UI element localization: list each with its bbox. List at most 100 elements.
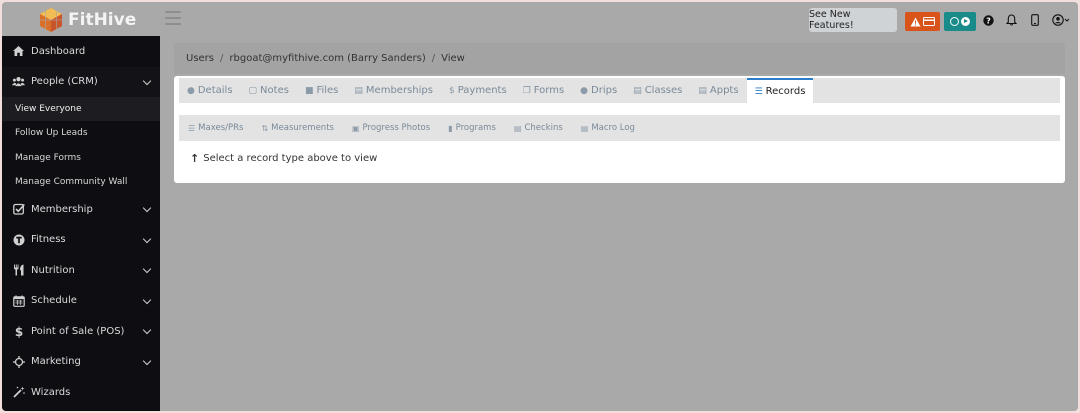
- tab-appts[interactable]: ▤ Appts: [690, 78, 746, 103]
- calendar-icon: [12, 294, 25, 307]
- sidebar-item-label: Dashboard: [31, 45, 86, 57]
- hamburger-menu-icon[interactable]: [165, 11, 181, 25]
- sort-numeric-icon: ⇅: [261, 123, 269, 133]
- calendar-check-icon: ▤: [698, 85, 707, 96]
- brand[interactable]: FitHive: [38, 7, 136, 33]
- sidebar-item-wizards[interactable]: Wizards: [2, 377, 160, 408]
- sidebar-subitem-view-everyone[interactable]: View Everyone: [2, 97, 160, 122]
- user-tabs: ● Details ▢ Notes ■ Files ▤ Memberships $ Pay…: [179, 78, 1060, 103]
- mobile-icon[interactable]: [1029, 14, 1041, 26]
- bell-icon[interactable]: [1005, 14, 1017, 26]
- play-icon: [961, 17, 970, 26]
- see-new-features-button[interactable]: See New Features!: [809, 8, 897, 32]
- credit-card-icon: [923, 17, 935, 26]
- alert-button[interactable]: [905, 12, 940, 31]
- record-tab-checkins[interactable]: ▤ Checkins: [514, 123, 563, 133]
- chevron-down-icon: [142, 76, 152, 85]
- record-tab-measurements[interactable]: ⇅ Measurements: [261, 123, 334, 133]
- sidebar-item-label: Membership: [31, 203, 93, 215]
- sidebar-item-label: People (CRM): [31, 76, 98, 88]
- dollar-icon: $: [12, 325, 25, 338]
- sidebar-item-dashboard[interactable]: Dashboard: [2, 36, 160, 67]
- top-bar: FitHive See New Features! ?: [2, 2, 1078, 36]
- check-square-icon: [12, 203, 25, 216]
- app-window: FitHive See New Features! ? Dashboard Pe…: [2, 2, 1078, 411]
- breadcrumb: Users / rbgoat@myfithive.com (Barry Sand…: [174, 43, 1065, 74]
- fithive-logo-icon: [40, 8, 62, 32]
- tab-files[interactable]: ■ Files: [297, 78, 346, 103]
- breadcrumb-separator: /: [431, 53, 436, 64]
- sidebar-item-label: Point of Sale (POS): [31, 325, 125, 337]
- sidebar-item-point-of-sale[interactable]: $ Point of Sale (POS): [2, 316, 160, 347]
- user-menu-icon[interactable]: [1052, 14, 1070, 26]
- users-icon: [12, 75, 25, 88]
- sidebar-item-label: Nutrition: [31, 264, 75, 276]
- sidebar-item-fitness[interactable]: Fitness: [2, 225, 160, 256]
- droplet-icon: ●: [580, 85, 589, 96]
- sidebar-subitem-manage-forms[interactable]: Manage Forms: [2, 145, 160, 170]
- sidebar-item-marketing[interactable]: Marketing: [2, 347, 160, 378]
- record-tab-programs[interactable]: ▮ Programs: [448, 123, 496, 133]
- tab-drips[interactable]: ● Drips: [572, 78, 625, 103]
- tab-details[interactable]: ● Details: [179, 78, 241, 103]
- book-icon: ▮: [448, 123, 453, 133]
- note-icon: ▢: [248, 85, 258, 96]
- utensils-icon: [12, 264, 25, 277]
- tab-payments[interactable]: $ Payments: [441, 78, 515, 103]
- t-circle-icon: [12, 233, 25, 246]
- wand-icon: [12, 386, 25, 399]
- help-icon[interactable]: ?: [982, 14, 994, 26]
- sidebar-item-membership[interactable]: Membership: [2, 194, 160, 225]
- tab-notes[interactable]: ▢ Notes: [241, 78, 297, 103]
- chevron-down-icon: [142, 356, 152, 365]
- breadcrumb-separator: /: [220, 53, 224, 64]
- tab-classes[interactable]: ▤ Classes: [625, 78, 690, 103]
- sidebar-item-people[interactable]: People (CRM): [2, 66, 160, 97]
- sidebar-item-label: Marketing: [31, 356, 81, 368]
- sidebar-item-label: Schedule: [31, 295, 77, 307]
- record-tab-progress-photos[interactable]: ▣ Progress Photos: [352, 123, 430, 133]
- app-name: FitHive: [68, 10, 137, 30]
- select-record-hint: ↑ Select a record type above to view: [190, 152, 378, 165]
- breadcrumb-current: View: [441, 53, 465, 64]
- tab-records[interactable]: ☰ Records: [746, 78, 814, 103]
- record-tab-maxes-prs[interactable]: ☰ Maxes/PRs: [188, 123, 243, 133]
- breadcrumb-user[interactable]: rbgoat@myfithive.com (Barry Sanders): [229, 53, 425, 64]
- sidebar-subitem-manage-community-wall[interactable]: Manage Community Wall: [2, 169, 160, 195]
- svg-text:?: ?: [986, 16, 991, 25]
- sidebar: Dashboard People (CRM) View Everyone Fol…: [2, 36, 160, 411]
- record-tab-macro-log[interactable]: ▤ Macro Log: [581, 123, 635, 133]
- arrow-up-icon: ↑: [190, 152, 200, 165]
- tab-memberships[interactable]: ▤ Memberships: [346, 78, 441, 103]
- record-type-tabs: ☰ Maxes/PRs ⇅ Measurements ▣ Progress Photo…: [179, 115, 1060, 141]
- house-icon: [12, 45, 25, 58]
- folder-icon: ■: [304, 85, 314, 96]
- calendar-icon: ▤: [580, 123, 589, 133]
- warning-icon: [910, 17, 921, 26]
- time-clock-button[interactable]: [944, 12, 976, 31]
- chevron-down-icon: [142, 325, 152, 335]
- image-icon: ▣: [351, 123, 360, 133]
- chevron-down-icon: [142, 203, 152, 213]
- copy-icon: ❐: [522, 85, 531, 96]
- sidebar-item-label: Wizards: [31, 386, 71, 398]
- id-card-icon: ▤: [354, 85, 363, 96]
- clock-icon: [950, 17, 959, 26]
- chevron-down-icon: [142, 264, 152, 274]
- calendar-icon: ▤: [633, 85, 642, 96]
- chevron-down-icon: [142, 295, 152, 304]
- tab-forms[interactable]: ❐ Forms: [515, 78, 572, 103]
- user-circle-icon: ●: [187, 85, 195, 96]
- sidebar-item-nutrition[interactable]: Nutrition: [2, 255, 160, 286]
- calendar-check-icon: ▤: [513, 123, 522, 133]
- list-icon: ☰: [754, 86, 763, 97]
- list-icon: ☰: [188, 123, 196, 133]
- sidebar-item-label: Fitness: [31, 234, 66, 246]
- crosshair-icon: [12, 355, 25, 368]
- dollar-icon: $: [448, 85, 455, 96]
- sidebar-item-schedule[interactable]: Schedule: [2, 286, 160, 317]
- breadcrumb-users[interactable]: Users: [186, 53, 214, 64]
- svg-text:$: $: [14, 325, 22, 338]
- sidebar-subitem-follow-up-leads[interactable]: Follow Up Leads: [2, 121, 160, 146]
- chevron-down-icon: [142, 234, 152, 243]
